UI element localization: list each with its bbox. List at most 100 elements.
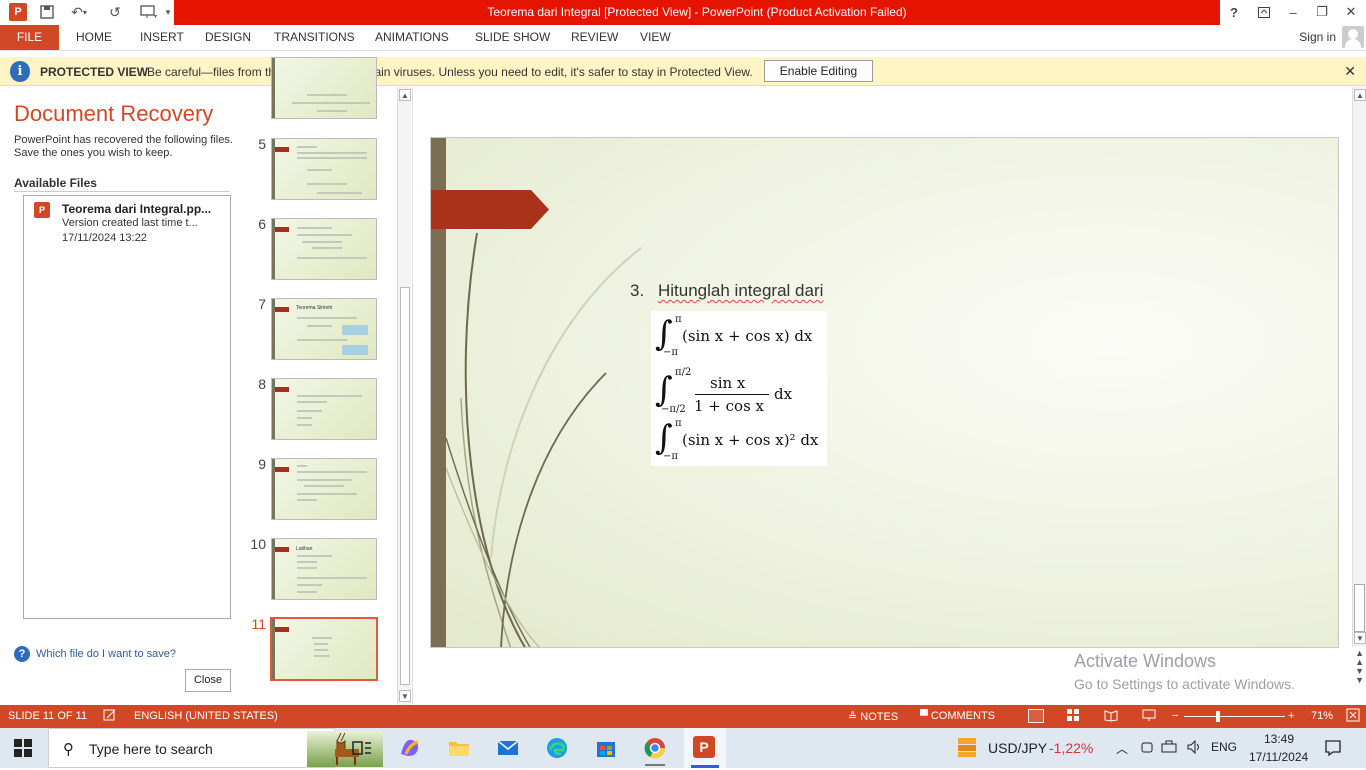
- scroll-up-icon[interactable]: ▲: [399, 89, 411, 101]
- fit-slide-icon[interactable]: [1346, 708, 1360, 725]
- reading-view-icon[interactable]: [1104, 708, 1118, 725]
- tab-view[interactable]: VIEW: [640, 25, 671, 50]
- slide-number-11: 11: [251, 616, 266, 632]
- slide-thumbnail-4[interactable]: [271, 57, 377, 119]
- save-icon[interactable]: [38, 3, 56, 21]
- slide-sorter-icon[interactable]: [1066, 708, 1080, 725]
- formula-image[interactable]: ∫ π −π (sin x + cos x) dx ∫ π/2 −π/2 sin…: [651, 311, 827, 466]
- tab-slide-show[interactable]: SLIDE SHOW: [475, 25, 550, 50]
- volume-icon[interactable]: [1187, 739, 1203, 757]
- file-version: Version created last time t...: [62, 217, 198, 229]
- edge-icon[interactable]: [543, 734, 571, 762]
- tab-insert[interactable]: INSERT: [140, 25, 184, 50]
- slide-thumbnail-10[interactable]: Latihan: [271, 538, 377, 600]
- previous-slide-icon[interactable]: ▲ ▲: [1355, 649, 1364, 667]
- slide-editor: 3. Hitunglah integral dari ∫ π −π (sin x …: [412, 87, 1366, 705]
- scroll-up-icon[interactable]: ▲: [1354, 89, 1366, 101]
- slide-thumbnail-9[interactable]: [271, 458, 377, 520]
- close-recovery-button[interactable]: Close: [185, 669, 231, 692]
- notifications-icon[interactable]: [1324, 739, 1342, 760]
- network-icon[interactable]: [1161, 740, 1177, 757]
- ticker-symbol[interactable]: USD/JPY: [988, 740, 1047, 756]
- slide-thumbnail-5[interactable]: [271, 138, 377, 200]
- numerator: sin x: [710, 374, 746, 392]
- spelling-icon[interactable]: [103, 708, 117, 725]
- customize-qat-icon[interactable]: ▾: [163, 3, 173, 21]
- tab-file[interactable]: FILE: [0, 25, 59, 50]
- file-explorer-icon[interactable]: [445, 734, 473, 762]
- app-icon[interactable]: P: [8, 3, 28, 21]
- scroll-down-icon[interactable]: ▼: [1354, 632, 1366, 644]
- avatar[interactable]: [1342, 26, 1364, 48]
- close-bar-icon[interactable]: ✕: [1344, 63, 1356, 80]
- help-link[interactable]: Which file do I want to save?: [36, 648, 176, 660]
- file-name: Teorema dari Integral.pp...: [62, 202, 212, 216]
- task-view-icon[interactable]: [347, 734, 375, 762]
- tab-animations[interactable]: ANIMATIONS: [375, 25, 449, 50]
- svg-text:▾: ▾: [154, 14, 157, 19]
- slide-thumbnail-6[interactable]: [271, 218, 377, 280]
- finance-widget-icon[interactable]: [956, 736, 978, 761]
- tab-design[interactable]: DESIGN: [205, 25, 251, 50]
- thumbnails-scrollbar[interactable]: ▲ ▼: [397, 87, 411, 705]
- copilot-icon[interactable]: [396, 734, 424, 762]
- editor-scrollbar[interactable]: ▲ ▼: [1352, 87, 1366, 647]
- show-hidden-icons-icon[interactable]: ︿: [1116, 740, 1128, 757]
- input-language[interactable]: ENG: [1211, 740, 1237, 754]
- sign-in-link[interactable]: Sign in: [1299, 25, 1336, 50]
- present-icon[interactable]: ▾: [135, 3, 163, 21]
- tab-review[interactable]: REVIEW: [571, 25, 618, 50]
- ribbon-tabs: FILE HOME INSERT DESIGN TRANSITIONS ANIM…: [0, 25, 1366, 51]
- zoom-in-button[interactable]: +: [1288, 710, 1294, 722]
- tab-home[interactable]: HOME: [76, 25, 112, 50]
- protected-view-message: Be careful—files from the Internet can c…: [147, 65, 753, 79]
- thumbnail-title: Teorema Simetri: [296, 305, 333, 311]
- activate-windows-subtitle: Go to Settings to activate Windows.: [1074, 676, 1295, 692]
- slide-canvas[interactable]: 3. Hitunglah integral dari ∫ π −π (sin x …: [430, 137, 1339, 648]
- available-files-label: Available Files: [14, 176, 97, 190]
- slide-thumbnail-11[interactable]: [270, 617, 378, 681]
- ribbon-display-icon[interactable]: [1252, 2, 1276, 22]
- clock-time[interactable]: 13:49: [1264, 732, 1294, 746]
- help-icon[interactable]: ?: [1222, 2, 1246, 22]
- integrand: (sin x + cos x)² dx: [682, 431, 819, 449]
- integral-sign: ∫: [655, 314, 673, 354]
- scroll-thumb[interactable]: [400, 287, 410, 685]
- divider: [14, 191, 230, 192]
- slide-number-9: 9: [258, 456, 266, 472]
- zoom-slider[interactable]: [1184, 716, 1285, 717]
- slide-item-text[interactable]: 3. Hitunglah integral dari: [630, 281, 823, 301]
- comments-button[interactable]: ▀ COMMENTS: [920, 710, 995, 722]
- meet-now-icon[interactable]: [1140, 740, 1154, 757]
- powerpoint-taskbar-icon[interactable]: P: [684, 728, 726, 768]
- windows-start-icon[interactable]: [14, 739, 32, 757]
- zoom-slider-handle[interactable]: [1216, 711, 1220, 722]
- scroll-down-icon[interactable]: ▼: [399, 690, 411, 702]
- restore-button[interactable]: ❐: [1310, 2, 1334, 22]
- protected-view-label: PROTECTED VIEW: [40, 65, 149, 79]
- scroll-thumb[interactable]: [1354, 584, 1365, 632]
- enable-editing-button[interactable]: Enable Editing: [764, 60, 873, 82]
- undo-icon[interactable]: ↶ ▾: [66, 3, 92, 21]
- comments-label: COMMENTS: [930, 710, 996, 722]
- normal-view-icon[interactable]: [1028, 709, 1044, 723]
- redo-icon[interactable]: ↺: [105, 3, 125, 21]
- zoom-level[interactable]: 71%: [1311, 710, 1333, 722]
- slide-number-5: 5: [258, 136, 266, 152]
- slide-thumbnail-7[interactable]: Teorema Simetri: [271, 298, 377, 360]
- taskbar-search-box[interactable]: ⚲ Type here to search: [48, 728, 383, 768]
- store-icon[interactable]: [592, 734, 620, 762]
- notes-button[interactable]: ≙ NOTES: [848, 710, 898, 723]
- slide-thumbnail-8[interactable]: [271, 378, 377, 440]
- clock-date[interactable]: 17/11/2024: [1249, 750, 1308, 764]
- tab-transitions[interactable]: TRANSITIONS: [274, 25, 355, 50]
- chrome-icon[interactable]: [641, 734, 669, 766]
- slide-show-icon[interactable]: [1142, 708, 1156, 725]
- close-window-button[interactable]: ✕: [1339, 2, 1363, 22]
- mail-icon[interactable]: [494, 734, 522, 762]
- zoom-out-button[interactable]: −: [1172, 710, 1178, 722]
- title-bar: P ↶ ▾ ↺ ▾ ▾ Teorema dari Integral [Protec…: [0, 0, 1366, 25]
- minimize-button[interactable]: –: [1281, 2, 1305, 22]
- language-status[interactable]: ENGLISH (UNITED STATES): [134, 710, 278, 722]
- next-slide-icon[interactable]: ▼ ▼: [1355, 667, 1364, 685]
